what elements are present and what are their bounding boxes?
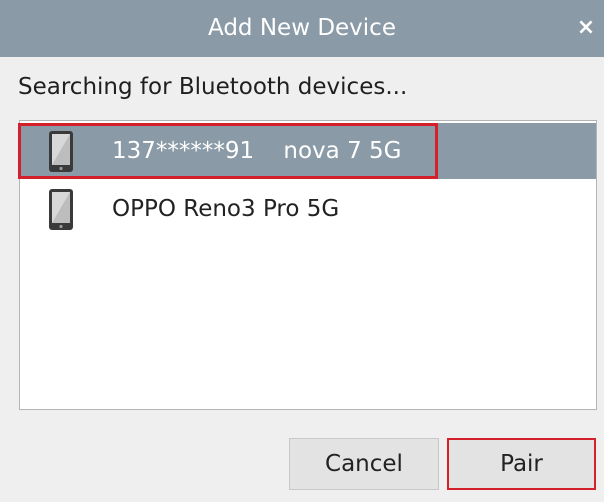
dialog-title: Add New Device: [208, 15, 396, 41]
device-label: 137******91 nova 7 5G: [112, 138, 402, 164]
pair-button[interactable]: Pair: [447, 438, 596, 490]
device-row-oppo[interactable]: OPPO Reno3 Pro 5G: [20, 181, 596, 237]
close-button[interactable]: ×: [574, 16, 598, 40]
phone-icon: [49, 189, 73, 230]
device-row-nova[interactable]: 137******91 nova 7 5G: [20, 123, 596, 179]
close-icon: ×: [576, 15, 596, 40]
add-device-dialog: Add New Device × Searching for Bluetooth…: [0, 0, 604, 502]
device-list[interactable]: 137******91 nova 7 5G OPPO Reno3 Pro 5G: [19, 120, 597, 410]
phone-icon: [49, 131, 73, 172]
title-bar: Add New Device ×: [0, 0, 604, 57]
cancel-button[interactable]: Cancel: [289, 438, 439, 490]
device-label: OPPO Reno3 Pro 5G: [112, 196, 340, 222]
status-text: Searching for Bluetooth devices...: [18, 74, 408, 100]
